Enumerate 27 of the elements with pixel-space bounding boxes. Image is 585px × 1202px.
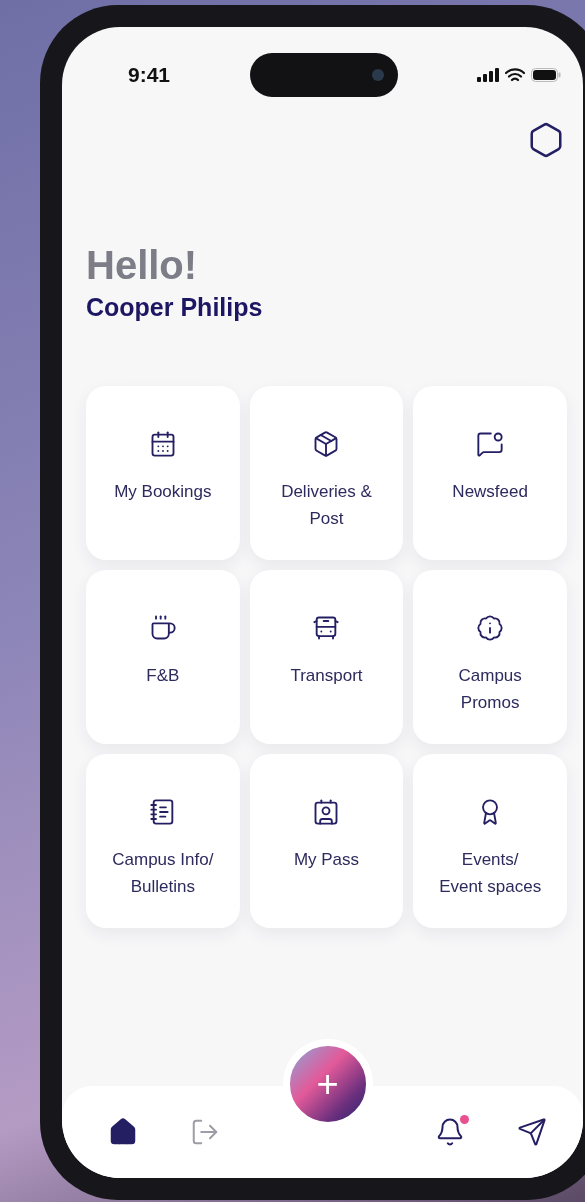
- logout-icon: [190, 1117, 220, 1147]
- menu-tile[interactable]: F&B: [86, 570, 240, 744]
- home-tab[interactable]: [108, 1117, 138, 1147]
- user-name: Cooper Philips: [86, 293, 264, 322]
- menu-tile[interactable]: My Pass: [249, 754, 404, 928]
- settings-button[interactable]: [527, 121, 565, 159]
- menu-tile[interactable]: Campus Info/ Bulletins: [86, 754, 240, 928]
- menu-tile[interactable]: Campus Promos: [413, 570, 567, 744]
- battery-icon: [531, 68, 561, 82]
- send-icon: [517, 1117, 547, 1147]
- bell-icon: [435, 1117, 465, 1147]
- menu-tile[interactable]: Deliveries & Post: [249, 386, 404, 560]
- menu-tile[interactable]: Newsfeed: [413, 386, 567, 560]
- status-time: 9:41: [128, 63, 171, 87]
- bus-icon: [312, 614, 341, 642]
- menu-tile[interactable]: Transport: [249, 570, 404, 744]
- menu-tile[interactable]: My Bookings: [86, 386, 240, 560]
- message-dot-icon: [476, 430, 505, 458]
- signal-icon: [477, 68, 499, 82]
- greeting-title: Hello!: [86, 243, 199, 287]
- info-badge-icon: [476, 614, 505, 642]
- logout-tab[interactable]: [190, 1117, 220, 1147]
- menu-tile[interactable]: Events/ Event spaces: [413, 754, 567, 928]
- settings-icon: [527, 121, 565, 159]
- send-tab[interactable]: [517, 1117, 547, 1147]
- wifi-icon: [505, 67, 525, 83]
- home-icon: [108, 1117, 138, 1147]
